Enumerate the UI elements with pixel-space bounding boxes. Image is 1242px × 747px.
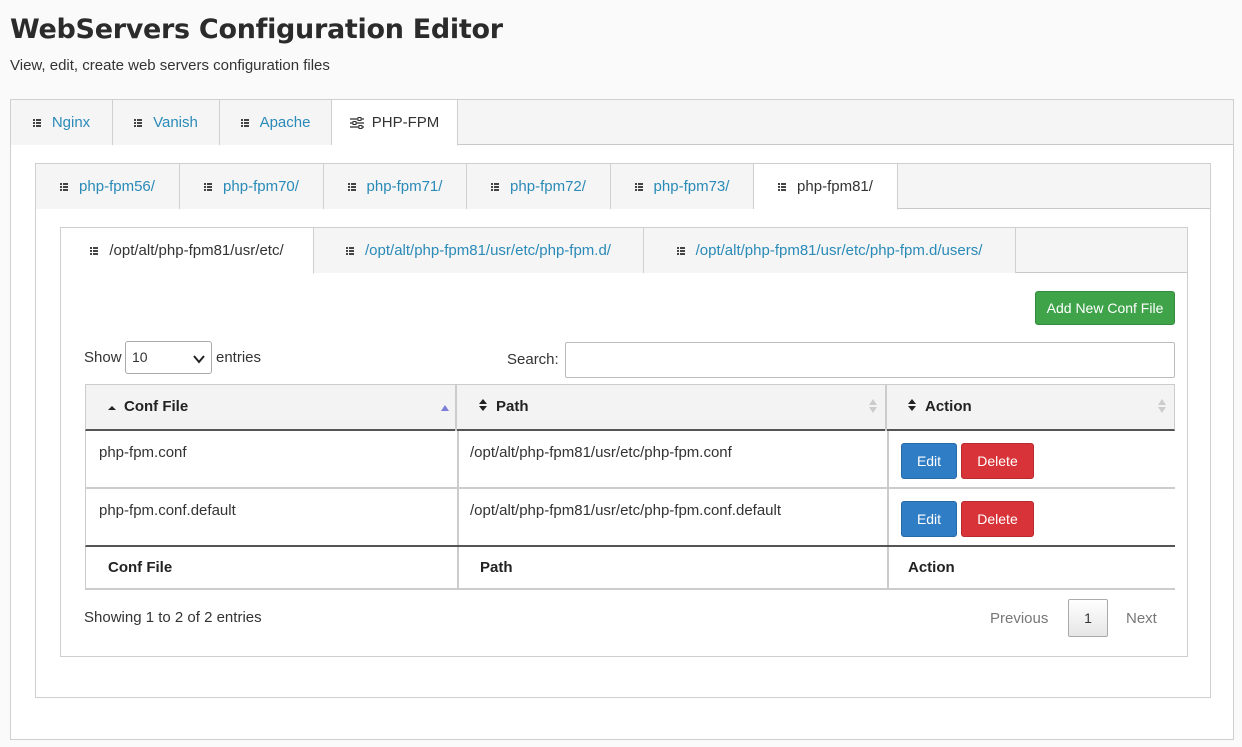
column-header-label: Path <box>496 398 529 415</box>
list-icon <box>204 182 213 191</box>
tab-php-fpm70[interactable]: php-fpm70/ <box>180 164 324 209</box>
conf-table: Conf File Path Action php-fpm.conf /opt/… <box>85 384 1175 590</box>
server-panel: Nginx Vanish Apache PHP-FPM php-fpm56/ p… <box>10 99 1234 740</box>
entries-label: entries <box>216 349 262 366</box>
list-icon <box>32 118 41 127</box>
tab-nginx[interactable]: Nginx <box>11 100 113 145</box>
list-icon <box>676 246 685 255</box>
tab-label: php-fpm71/ <box>366 178 443 195</box>
list-icon <box>778 182 787 191</box>
column-header-action[interactable]: Action <box>887 384 1175 431</box>
table-footer: Conf File Path Action <box>85 547 1175 590</box>
row-divider <box>887 547 889 588</box>
page-title: WebServers Configuration Editor <box>10 14 503 45</box>
sort-active-icon <box>440 399 450 417</box>
path-tabbar: /opt/alt/php-fpm81/usr/etc/ /opt/alt/php… <box>61 228 1187 274</box>
list-icon <box>90 246 99 255</box>
sort-asc-icon <box>107 399 117 417</box>
table-row: php-fpm.conf.default /opt/alt/php-fpm81/… <box>85 489 1175 547</box>
tab-label: php-fpm81/ <box>797 178 873 195</box>
tab-label: /opt/alt/php-fpm81/usr/etc/ <box>109 242 284 259</box>
column-header-conf-file[interactable]: Conf File <box>85 384 457 431</box>
footer-path: Path <box>480 559 513 576</box>
tab-label: php-fpm73/ <box>653 178 730 195</box>
table-info: Showing 1 to 2 of 2 entries <box>84 609 262 626</box>
tab-label: /opt/alt/php-fpm81/usr/etc/php-fpm.d/ <box>365 242 611 259</box>
edit-button[interactable]: Edit <box>901 501 957 537</box>
column-header-label: Conf File <box>124 398 189 415</box>
tab-path-etc[interactable]: /opt/alt/php-fpm81/usr/etc/ <box>61 228 314 274</box>
tab-label: PHP-FPM <box>371 114 440 131</box>
tab-php-fpm71[interactable]: php-fpm71/ <box>324 164 467 209</box>
tab-vanish[interactable]: Vanish <box>113 100 220 145</box>
list-icon <box>634 182 643 191</box>
column-header-path[interactable]: Path <box>457 384 887 431</box>
entries-select[interactable]: 10 <box>125 341 212 374</box>
delete-button[interactable]: Delete <box>961 443 1034 479</box>
tab-label: Apache <box>259 114 311 131</box>
search-label: Search: <box>507 351 559 368</box>
cell-conf-file: php-fpm.conf.default <box>99 502 236 519</box>
chevron-down-icon <box>193 351 205 367</box>
tab-label: Vanish <box>153 114 198 131</box>
list-icon <box>134 118 143 127</box>
list-icon <box>347 182 356 191</box>
page-number: 1 <box>1084 610 1092 626</box>
tab-label: php-fpm72/ <box>510 178 586 195</box>
sort-disabled-icon <box>1157 398 1167 419</box>
tab-php-fpm56[interactable]: php-fpm56/ <box>36 164 180 209</box>
row-divider <box>457 431 459 487</box>
list-icon <box>346 246 355 255</box>
add-conf-file-button[interactable]: Add New Conf File <box>1035 291 1175 325</box>
sort-both-icon <box>907 398 917 417</box>
tab-php-fpm[interactable]: PHP-FPM <box>332 100 458 146</box>
tab-php-fpm72[interactable]: php-fpm72/ <box>467 164 611 209</box>
server-tabbar: Nginx Vanish Apache PHP-FPM <box>11 100 1233 146</box>
column-header-label: Action <box>925 398 972 415</box>
tab-apache[interactable]: Apache <box>220 100 332 145</box>
tab-label: php-fpm56/ <box>79 178 155 195</box>
page-1-button[interactable]: 1 <box>1068 599 1108 637</box>
delete-button[interactable]: Delete <box>961 501 1034 537</box>
previous-button[interactable]: Previous <box>990 610 1048 627</box>
sort-disabled-icon <box>868 398 878 419</box>
list-icon <box>60 182 69 191</box>
tab-label: /opt/alt/php-fpm81/usr/etc/php-fpm.d/use… <box>695 242 983 259</box>
list-icon <box>240 118 249 127</box>
edit-button[interactable]: Edit <box>901 443 957 479</box>
row-divider <box>457 489 459 545</box>
sort-both-icon <box>478 398 488 417</box>
tab-php-fpm81[interactable]: php-fpm81/ <box>754 164 898 210</box>
tab-label: php-fpm70/ <box>223 178 299 195</box>
version-tabbar: php-fpm56/ php-fpm70/ php-fpm71/ php-fpm… <box>36 164 1210 210</box>
show-label: Show <box>84 349 122 366</box>
path-panel: /opt/alt/php-fpm81/usr/etc/ /opt/alt/php… <box>60 227 1188 657</box>
cell-path: /opt/alt/php-fpm81/usr/etc/php-fpm.conf.… <box>470 502 782 519</box>
tab-label: Nginx <box>51 114 91 131</box>
sliders-icon <box>349 116 364 129</box>
footer-conf-file: Conf File <box>108 559 173 576</box>
tab-path-users[interactable]: /opt/alt/php-fpm81/usr/etc/php-fpm.d/use… <box>644 228 1016 273</box>
cell-path: /opt/alt/php-fpm81/usr/etc/php-fpm.conf <box>470 444 732 461</box>
row-divider <box>887 431 889 487</box>
page-subtitle: View, edit, create web servers configura… <box>10 57 330 74</box>
table-row: php-fpm.conf /opt/alt/php-fpm81/usr/etc/… <box>85 431 1175 489</box>
search-input[interactable] <box>565 342 1175 378</box>
footer-action: Action <box>908 559 955 576</box>
tab-php-fpm73[interactable]: php-fpm73/ <box>611 164 754 209</box>
cell-conf-file: php-fpm.conf <box>99 444 187 461</box>
tab-path-php-fpm-d[interactable]: /opt/alt/php-fpm81/usr/etc/php-fpm.d/ <box>314 228 644 273</box>
entries-select-value: 10 <box>132 349 148 365</box>
row-divider <box>457 547 459 588</box>
list-icon <box>491 182 500 191</box>
next-button[interactable]: Next <box>1126 610 1157 627</box>
version-panel: php-fpm56/ php-fpm70/ php-fpm71/ php-fpm… <box>35 163 1211 698</box>
row-divider <box>887 489 889 545</box>
